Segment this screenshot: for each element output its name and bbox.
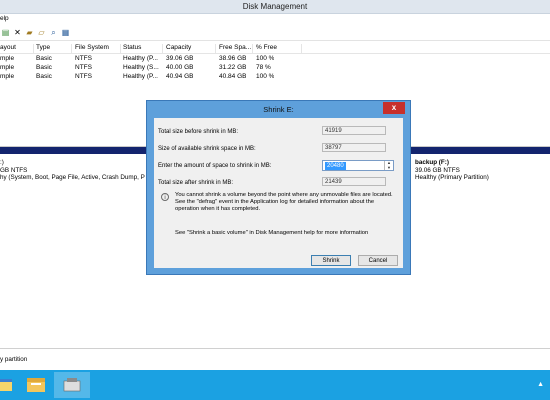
cell-filesystem: NTFS bbox=[75, 64, 92, 71]
tray-overflow-icon[interactable]: ▲ bbox=[537, 381, 544, 388]
total-before-label: Total size before shrink in MB: bbox=[158, 129, 239, 135]
volume-list-header: ayout Type File System Status Capacity F… bbox=[0, 43, 550, 54]
folder-icon[interactable]: ▰ bbox=[25, 28, 34, 37]
cell-free-space: 38.96 GB bbox=[219, 55, 247, 62]
partition-c[interactable]: :) GB NTFS hy (System, Boot, Page File, … bbox=[0, 159, 145, 182]
help-message: See "Shrink a basic volume" in Disk Mana… bbox=[175, 230, 369, 236]
explorer-app-icon[interactable] bbox=[0, 372, 14, 398]
total-after-label: Total size after shrink in MB: bbox=[158, 180, 234, 186]
cell-filesystem: NTFS bbox=[75, 73, 92, 80]
partition-name: :) bbox=[0, 159, 4, 166]
cell-percent-free: 78 % bbox=[256, 64, 271, 71]
dialog-title: Shrink E: bbox=[263, 105, 294, 114]
cell-status: Healthy (P... bbox=[123, 55, 158, 62]
divider bbox=[0, 348, 550, 349]
window-title: Disk Management bbox=[242, 2, 308, 11]
open-folder-icon[interactable]: ▱ bbox=[37, 28, 46, 37]
partition-header-bar bbox=[411, 147, 550, 154]
legend-primary-partition: y partition bbox=[0, 356, 28, 363]
cell-capacity: 39.06 GB bbox=[166, 55, 194, 62]
shrink-button[interactable]: Shrink bbox=[311, 255, 351, 266]
cancel-button[interactable]: Cancel bbox=[358, 255, 398, 266]
search-icon[interactable]: ⌕ bbox=[49, 28, 58, 37]
total-after-value: 21439 bbox=[322, 177, 386, 186]
info-icon: i bbox=[161, 193, 169, 201]
shrink-amount-label: Enter the amount of space to shrink in M… bbox=[158, 163, 272, 169]
disk-management-app-icon[interactable] bbox=[54, 372, 90, 398]
cell-free-space: 40.84 GB bbox=[219, 73, 247, 80]
cell-filesystem: NTFS bbox=[75, 55, 92, 62]
partition-status: Healthy (Primary Partition) bbox=[415, 174, 489, 181]
cell-percent-free: 100 % bbox=[256, 73, 275, 80]
volume-row[interactable]: mple Basic NTFS Healthy (S... 40.00 GB 3… bbox=[0, 64, 550, 73]
cell-percent-free: 100 % bbox=[256, 55, 275, 62]
cell-type: Basic bbox=[36, 64, 52, 71]
cell-type: Basic bbox=[36, 55, 52, 62]
info-message: You cannot shrink a volume beyond the po… bbox=[175, 192, 393, 212]
column-header-type[interactable]: Type bbox=[36, 44, 72, 53]
column-header-filesystem[interactable]: File System bbox=[75, 44, 121, 53]
partition-size: GB NTFS bbox=[0, 166, 28, 174]
partition-name: backup (F:) bbox=[415, 159, 449, 166]
partition-backup[interactable]: backup (F:) 39.06 GB NTFS Healthy (Prima… bbox=[410, 155, 550, 215]
partition-size: 39.06 GB NTFS bbox=[415, 166, 460, 174]
cell-free-space: 31.22 GB bbox=[219, 64, 247, 71]
volume-row[interactable]: mple Basic NTFS Healthy (P... 39.06 GB 3… bbox=[0, 55, 550, 64]
window-titlebar: Disk Management bbox=[0, 0, 550, 14]
properties-icon[interactable]: ▤ bbox=[1, 28, 10, 37]
volume-row[interactable]: mple Basic NTFS Healthy (P... 40.94 GB 4… bbox=[0, 73, 550, 82]
cell-status: Healthy (P... bbox=[123, 73, 158, 80]
menu-bar: elp bbox=[0, 14, 550, 25]
cell-capacity: 40.94 GB bbox=[166, 73, 194, 80]
taskbar: ▲ bbox=[0, 370, 550, 400]
available-space-label: Size of available shrink space in MB: bbox=[158, 146, 256, 152]
available-space-value: 38797 bbox=[322, 143, 386, 152]
cell-layout: mple bbox=[0, 55, 15, 62]
dialog-body: Total size before shrink in MB: 41919 Si… bbox=[154, 118, 403, 268]
cell-type: Basic bbox=[36, 73, 52, 80]
column-header-percent-free[interactable]: % Free bbox=[256, 44, 302, 53]
toolbar: ▤ ✕ ▰ ▱ ⌕ ▦ bbox=[0, 26, 550, 41]
spin-arrows-icon[interactable]: ▲ ▼ bbox=[384, 160, 393, 170]
partition-status: hy (System, Boot, Page File, Active, Cra… bbox=[0, 174, 145, 181]
shrink-amount-spinbox[interactable]: 20480 ▲ ▼ bbox=[322, 160, 394, 171]
menu-item-help[interactable]: elp bbox=[0, 15, 9, 22]
rescan-icon[interactable]: ▦ bbox=[61, 28, 70, 37]
cell-status: Healthy (S... bbox=[123, 64, 159, 71]
file-explorer-icon[interactable] bbox=[18, 372, 54, 398]
shrink-amount-input[interactable]: 20480 bbox=[325, 162, 346, 170]
column-header-free-space[interactable]: Free Spa... bbox=[219, 44, 253, 53]
cell-layout: mple bbox=[0, 64, 15, 71]
cell-layout: mple bbox=[0, 73, 15, 80]
column-header-status[interactable]: Status bbox=[123, 44, 163, 53]
total-before-value: 41919 bbox=[322, 126, 386, 135]
column-header-layout[interactable]: ayout bbox=[0, 44, 34, 53]
delete-icon[interactable]: ✕ bbox=[13, 28, 22, 37]
dialog-titlebar[interactable]: Shrink E: x bbox=[147, 101, 410, 117]
close-button[interactable]: x bbox=[383, 102, 405, 114]
cell-capacity: 40.00 GB bbox=[166, 64, 194, 71]
column-header-capacity[interactable]: Capacity bbox=[166, 44, 216, 53]
shrink-dialog: Shrink E: x Total size before shrink in … bbox=[146, 100, 411, 275]
